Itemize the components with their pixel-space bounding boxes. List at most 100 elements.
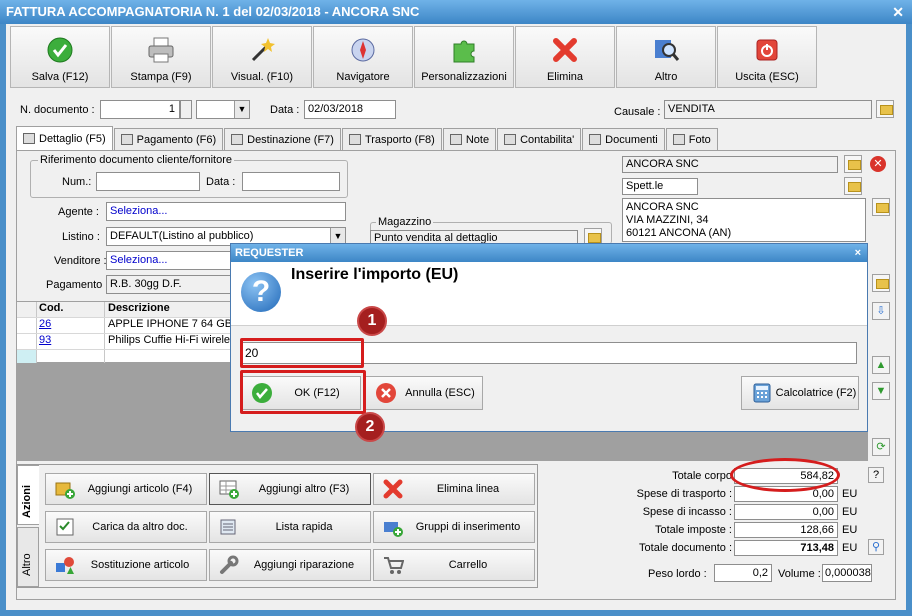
tab-note[interactable]: Note	[442, 128, 497, 150]
pagamento-input[interactable]: R.B. 30gg D.F.	[106, 275, 236, 294]
cart-button[interactable]: Carrello	[373, 549, 535, 581]
preview-button[interactable]: Visual. (F10)	[212, 26, 312, 88]
move-down-icon[interactable]: ▼	[872, 382, 890, 400]
tab-documenti[interactable]: Documenti	[582, 128, 665, 150]
tab-trasporto[interactable]: Trasporto (F8)	[341, 128, 442, 150]
quick-list-button[interactable]: Lista rapida	[209, 511, 371, 543]
move-down-blue-icon[interactable]: ⇩	[872, 302, 890, 320]
app-window: FATTURA ACCOMPAGNATORIA N. 1 del 02/03/2…	[0, 0, 912, 616]
doc-number-spacer	[180, 100, 192, 119]
calculator-icon	[750, 381, 774, 405]
delete-line-button[interactable]: Elimina linea	[373, 473, 535, 505]
load-other-doc-button[interactable]: Carica da altro doc.	[45, 511, 207, 543]
causale-input[interactable]: VENDITA	[664, 100, 872, 119]
tab-contabilita-icon	[504, 134, 517, 145]
folder-icon[interactable]	[872, 198, 890, 216]
currency-label: EU	[842, 524, 858, 536]
close-window-icon[interactable]: ✕	[892, 0, 904, 24]
tab-bar: Dettaglio (F5) Pagamento (F6) Destinazio…	[16, 126, 719, 150]
agente-input[interactable]: Seleziona...	[106, 202, 346, 221]
add-article-button[interactable]: Aggiungi articolo (F4)	[45, 473, 207, 505]
add-other-button[interactable]: Aggiungi altro (F3)	[209, 473, 371, 505]
tab-destinazione[interactable]: Destinazione (F7)	[224, 128, 341, 150]
doc-series-select[interactable]: ▼	[196, 100, 250, 119]
vtab-label: Azioni	[21, 485, 33, 518]
folder-icon[interactable]	[872, 274, 890, 292]
item-description: APPLE IPHONE 7 64 GB AR	[108, 318, 245, 330]
vtab-altro[interactable]: Altro	[17, 527, 39, 587]
print-button[interactable]: Stampa (F9)	[111, 26, 211, 88]
venditore-label: Venditore :	[54, 255, 107, 267]
list-icon	[218, 516, 240, 538]
refresh-icon[interactable]: ⟳	[872, 438, 890, 456]
tab-label: Pagamento (F6)	[136, 133, 217, 146]
insert-groups-button[interactable]: Gruppi di inserimento	[373, 511, 535, 543]
help-button[interactable]: ?	[868, 467, 884, 483]
rif-num-input[interactable]	[96, 172, 200, 191]
dialog-title-bar: REQUESTER ×	[231, 244, 867, 262]
save-button[interactable]: Salva (F12)	[10, 26, 110, 88]
delete-x-icon	[550, 35, 580, 65]
tab-dettaglio[interactable]: Dettaglio (F5)	[16, 126, 113, 150]
gross-weight-label: Peso lordo :	[648, 568, 707, 580]
row-selector[interactable]	[17, 334, 37, 349]
doc-number-label: N. documento :	[20, 104, 95, 116]
item-code-link[interactable]: 93	[39, 334, 51, 346]
customize-button-label: Personalizzazioni	[421, 71, 507, 83]
customer-name-input[interactable]: ANCORA SNC	[622, 156, 838, 173]
currency-label: EU	[842, 506, 858, 518]
table-row[interactable]: 26 APPLE IPHONE 7 64 GB AR	[17, 318, 245, 334]
print-button-label: Stampa (F9)	[130, 71, 192, 83]
venditore-input[interactable]: Seleziona...	[106, 251, 236, 270]
folder-icon[interactable]	[844, 155, 862, 173]
tab-pagamento[interactable]: Pagamento (F6)	[113, 128, 224, 150]
add-repair-button[interactable]: Aggiungi riparazione	[209, 549, 371, 581]
total-highlight-ellipse	[730, 458, 840, 492]
other-button[interactable]: Altro	[616, 26, 716, 88]
delete-button[interactable]: Elimina	[515, 26, 615, 88]
dialog-close-icon[interactable]: ×	[855, 244, 861, 262]
rif-num-label: Num.:	[62, 176, 92, 188]
clear-customer-icon[interactable]: ✕	[870, 156, 886, 172]
item-code-link[interactable]: 26	[39, 318, 51, 330]
step-badge-2: 2	[355, 412, 385, 442]
save-button-label: Salva (F12)	[31, 71, 89, 83]
table-add-icon	[218, 478, 240, 500]
exit-button-label: Uscita (ESC)	[735, 71, 799, 83]
volume-input[interactable]: 0,000038	[822, 564, 872, 582]
customize-button[interactable]: Personalizzazioni	[414, 26, 514, 88]
calculator-button[interactable]: Calcolatrice (F2)	[741, 376, 859, 410]
other-button-label: Altro	[654, 71, 678, 83]
collection-cost-input[interactable]: 0,00	[734, 504, 838, 520]
grid-col-desc[interactable]: Descrizione	[105, 302, 245, 317]
tab-foto[interactable]: Foto	[665, 128, 718, 150]
folder-icon[interactable]	[876, 100, 894, 118]
rif-legend: Riferimento documento cliente/fornitore	[38, 154, 234, 166]
customer-title-input[interactable]: Spett.le	[622, 178, 698, 195]
table-row[interactable]: 93 Philips Cuffie Hi-Fi wireless	[17, 334, 245, 350]
total-tax-value: 128,66	[734, 522, 838, 538]
total-document-label: Totale documento :	[639, 542, 732, 554]
navigator-button[interactable]: Navigatore	[313, 26, 413, 88]
group-add-icon	[382, 516, 404, 538]
person-icon[interactable]	[844, 177, 862, 195]
row-selector[interactable]	[17, 318, 37, 333]
customer-address-box[interactable]: ANCORA SNC VIA MAZZINI, 34 60121 ANCONA …	[622, 198, 866, 242]
zoom-icon[interactable]: ⚲	[868, 539, 884, 555]
rif-date-input[interactable]	[242, 172, 340, 191]
replace-article-button[interactable]: Sostituzione articolo	[45, 549, 207, 581]
tab-documenti-icon	[589, 134, 602, 145]
vtab-azioni[interactable]: Azioni	[17, 465, 39, 525]
grid-col-cod[interactable]: Cod.	[37, 302, 105, 317]
doc-date-input[interactable]: 02/03/2018	[304, 100, 396, 119]
tab-contabilita[interactable]: Contabilita'	[497, 128, 582, 150]
chevron-down-icon[interactable]: ▼	[234, 101, 249, 118]
delete-x-icon	[382, 478, 404, 500]
listino-label: Listino :	[62, 231, 100, 243]
actions-panel: Azioni Altro Aggiungi articolo (F4) Aggi…	[16, 464, 538, 588]
move-up-icon[interactable]: ▲	[872, 356, 890, 374]
exit-button[interactable]: Uscita (ESC)	[717, 26, 817, 88]
gross-weight-input[interactable]: 0,2	[714, 564, 772, 582]
cancel-button[interactable]: Annulla (ESC)	[365, 376, 483, 410]
doc-number-input[interactable]: 1	[100, 100, 180, 119]
